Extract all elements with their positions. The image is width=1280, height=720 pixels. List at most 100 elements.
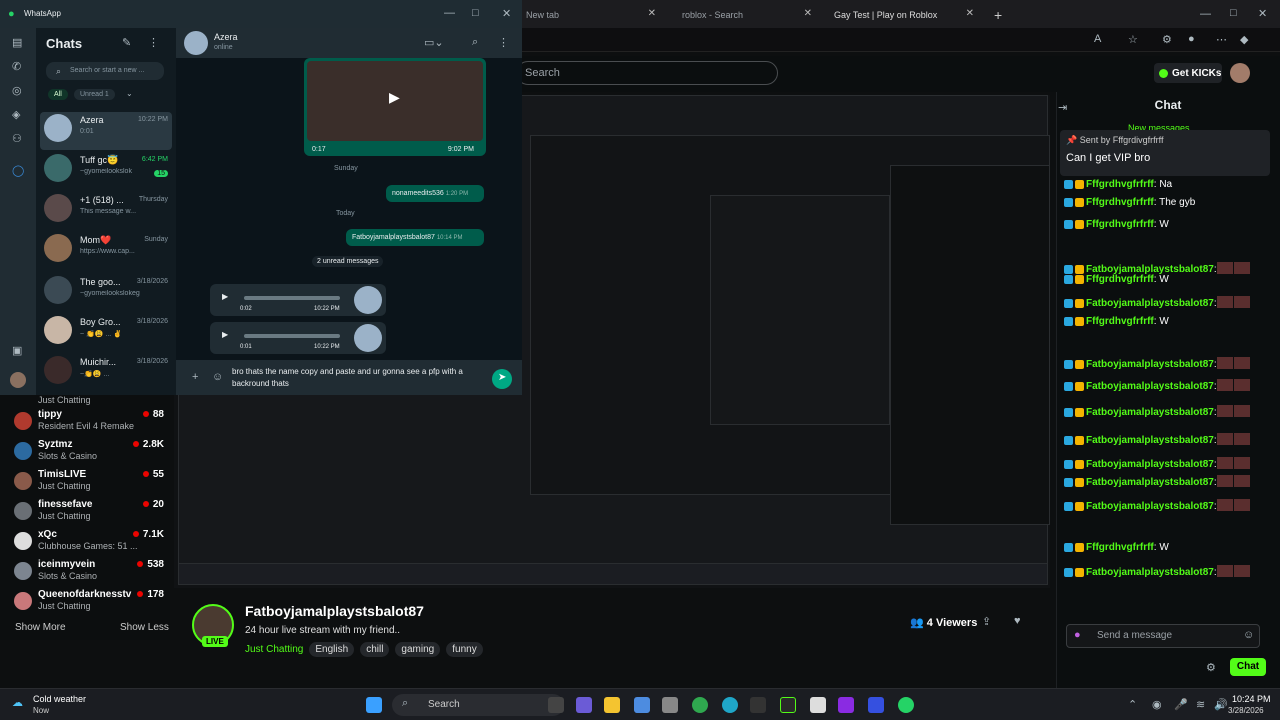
chat-username[interactable]: Fffgrdhvgfrfrff [1086, 219, 1154, 230]
minimize-icon[interactable]: — [444, 7, 455, 19]
chat-username[interactable]: Fffgrdhvgfrfrff [1086, 197, 1154, 208]
tray-mic-icon[interactable]: 🎤 [1174, 698, 1188, 711]
kick-app-icon[interactable] [780, 697, 796, 713]
user-avatar[interactable] [1230, 63, 1250, 83]
new-tab-button[interactable]: + [988, 4, 1008, 26]
chat-username[interactable]: Fatboyjamalplaystsbalot87 [1086, 435, 1214, 446]
emoji-icon[interactable]: ☺ [212, 371, 223, 383]
attach-plus-icon[interactable]: + [192, 371, 198, 383]
show-less-link[interactable]: Show Less [120, 622, 169, 633]
app-icon[interactable] [750, 697, 766, 713]
microphone-icon[interactable]: ● [1074, 629, 1081, 641]
menu-icon[interactable]: ⋮ [148, 36, 159, 49]
clock-date[interactable]: 3/28/2026 [1228, 706, 1264, 715]
chat-item-518[interactable]: +1 (518) ... This message w... Thursday [40, 192, 172, 230]
copilot-app-icon[interactable] [634, 697, 650, 713]
close-icon[interactable]: ✕ [804, 8, 812, 19]
sidebar-item-finessefave[interactable]: finessefave Just Chatting 20 [14, 499, 164, 525]
communities-icon[interactable]: ⚇ [12, 132, 22, 145]
chat-username[interactable]: Fatboyjamalplaystsbalot87 [1086, 501, 1214, 512]
new-chat-icon[interactable]: ✎ [122, 36, 131, 49]
close-icon[interactable]: ✕ [648, 8, 656, 19]
video-message[interactable]: ▶ 0:17 9:02 PM [304, 58, 486, 156]
chat-item-tuff-gc[interactable]: Tuff gc😇 ~gyomeilookslok 6:42 PM 15 [40, 152, 172, 190]
chat-message[interactable]: Fffgrdhvgfrfrff: Na [1064, 179, 1172, 190]
profile-icon[interactable]: ● [1188, 33, 1195, 45]
video-thumbnail[interactable]: ▶ [307, 61, 483, 141]
wifi-icon[interactable]: ≋ [1196, 698, 1205, 711]
follow-icon[interactable]: ♥ [1014, 615, 1021, 627]
play-icon[interactable]: ▶ [222, 330, 228, 339]
weather-icon[interactable]: ☁ [12, 696, 23, 709]
play-icon[interactable]: ▶ [222, 292, 228, 301]
close-icon[interactable]: ✕ [502, 7, 511, 20]
chat-username[interactable]: Fatboyjamalplaystsbalot87 [1086, 477, 1214, 488]
chat-username[interactable]: Fatboyjamalplaystsbalot87 [1086, 381, 1214, 392]
filter-unread[interactable]: Unread 1 [74, 89, 115, 100]
edge-icon[interactable] [722, 697, 738, 713]
chrome-icon[interactable] [692, 697, 708, 713]
tag-chip[interactable]: chill [360, 642, 390, 657]
pinned-message[interactable]: 📌 Sent by Fffgrdivgfrfrff Can I get VIP … [1060, 130, 1270, 176]
chat-search-input[interactable]: Search or start a new ... [46, 62, 164, 80]
contact-avatar[interactable] [184, 31, 208, 55]
whatsapp-taskbar-icon[interactable] [898, 697, 914, 713]
chat-username[interactable]: Fatboyjamalplaystsbalot87 [1086, 359, 1214, 370]
media-icon[interactable]: ▣ [12, 344, 22, 357]
close-icon[interactable]: ✕ [966, 8, 974, 19]
sidebar-item-queenofdarknesstv[interactable]: Queenofdarknesstv Just Chatting 178 [14, 589, 164, 615]
profile-avatar[interactable] [10, 372, 26, 388]
tab-roblox-game[interactable]: Gay Test | Play on Roblox ✕ [828, 4, 978, 26]
favorite-icon[interactable]: ☆ [1128, 33, 1138, 46]
roblox-icon[interactable] [810, 697, 826, 713]
sidebar-item-xqc[interactable]: xQc Clubhouse Games: 51 ... 7.1K [14, 529, 164, 555]
file-explorer-icon[interactable] [604, 697, 620, 713]
clock-time[interactable]: 10:24 PM [1232, 694, 1271, 704]
tray-icon[interactable]: ◉ [1152, 698, 1162, 711]
store-icon[interactable] [662, 697, 678, 713]
chat-username[interactable]: Fatboyjamalplaystsbalot87 [1086, 459, 1214, 470]
waveform[interactable] [244, 296, 340, 300]
tab-new-tab[interactable]: New tab ✕ [520, 4, 660, 26]
close-window-icon[interactable]: ✕ [1258, 7, 1267, 20]
conversation-header[interactable]: Azera online ▭⌄ ⌕ ⋮ [176, 28, 522, 58]
show-more-link[interactable]: Show More [15, 622, 66, 633]
chat-username[interactable]: Fatboyjamalplaystsbalot87 [1086, 407, 1214, 418]
reader-icon[interactable]: A [1094, 33, 1101, 45]
calls-icon[interactable]: ✆ [12, 60, 21, 73]
volume-icon[interactable]: 🔊 [1214, 698, 1228, 711]
maximize-icon[interactable]: □ [472, 7, 479, 19]
weather-title[interactable]: Cold weather [33, 694, 86, 704]
chat-message[interactable]: Fatboyjamalplaystsbalot87: [1064, 457, 1251, 472]
chat-username[interactable]: Fffgrdhvgfrfrff [1086, 316, 1154, 327]
menu-icon[interactable]: ⋮ [498, 36, 509, 49]
tag-chip[interactable]: gaming [395, 642, 441, 657]
chat-message[interactable]: Fffgrdhvgfrfrff: W [1064, 316, 1169, 327]
twitch-icon[interactable] [838, 697, 854, 713]
message-input[interactable]: bro thats the name copy and paste and ur… [228, 364, 484, 392]
chats-icon[interactable]: ▤ [12, 36, 22, 49]
voice-message[interactable]: ▶ 0:02 10:22 PM [210, 284, 386, 316]
kick-search-input[interactable]: Search [516, 61, 778, 85]
sidebar-item-syztmz[interactable]: Syztmz Slots & Casino 2.8K [14, 439, 164, 465]
sidebar-item[interactable]: Just Chatting [14, 395, 164, 405]
chat-item-the-goo[interactable]: The goo... ~gyomeilookslokeg 3/18/2026 [40, 274, 172, 312]
chat-message[interactable]: Fatboyjamalplaystsbalot87: [1064, 433, 1251, 448]
chat-message[interactable]: Fffgrdhvgfrfrff: W [1064, 219, 1169, 230]
tag-chip[interactable]: English [309, 642, 355, 657]
chat-username[interactable]: Fffgrdhvgfrfrff [1086, 179, 1154, 190]
chat-item-muichir[interactable]: Muichir... ~👏😩 ... 3/18/2026 [40, 354, 172, 390]
chat-username[interactable]: Fatboyjamalplaystsbalot87 [1086, 567, 1214, 578]
search-icon[interactable]: ⌕ [472, 36, 478, 49]
chat-message[interactable]: Fatboyjamalplaystsbalot87: [1064, 565, 1251, 580]
chat-input[interactable]: Send a message [1066, 624, 1260, 648]
tray-chevron-icon[interactable]: ⌃ [1128, 698, 1137, 711]
tab-roblox-search[interactable]: roblox - Search ✕ [676, 4, 816, 26]
extensions-icon[interactable]: ⚙ [1162, 33, 1172, 46]
chat-send-button[interactable]: Chat [1230, 658, 1266, 676]
tag-chip[interactable]: funny [446, 642, 483, 657]
filter-all[interactable]: All [48, 89, 68, 100]
streamer-name[interactable]: Fatboyjamalplaystsbalot87 [245, 603, 424, 619]
sidebar-item-timislive[interactable]: TimisLIVE Just Chatting 55 [14, 469, 164, 495]
chat-username[interactable]: Fffgrdhvgfrfrff [1086, 542, 1154, 553]
